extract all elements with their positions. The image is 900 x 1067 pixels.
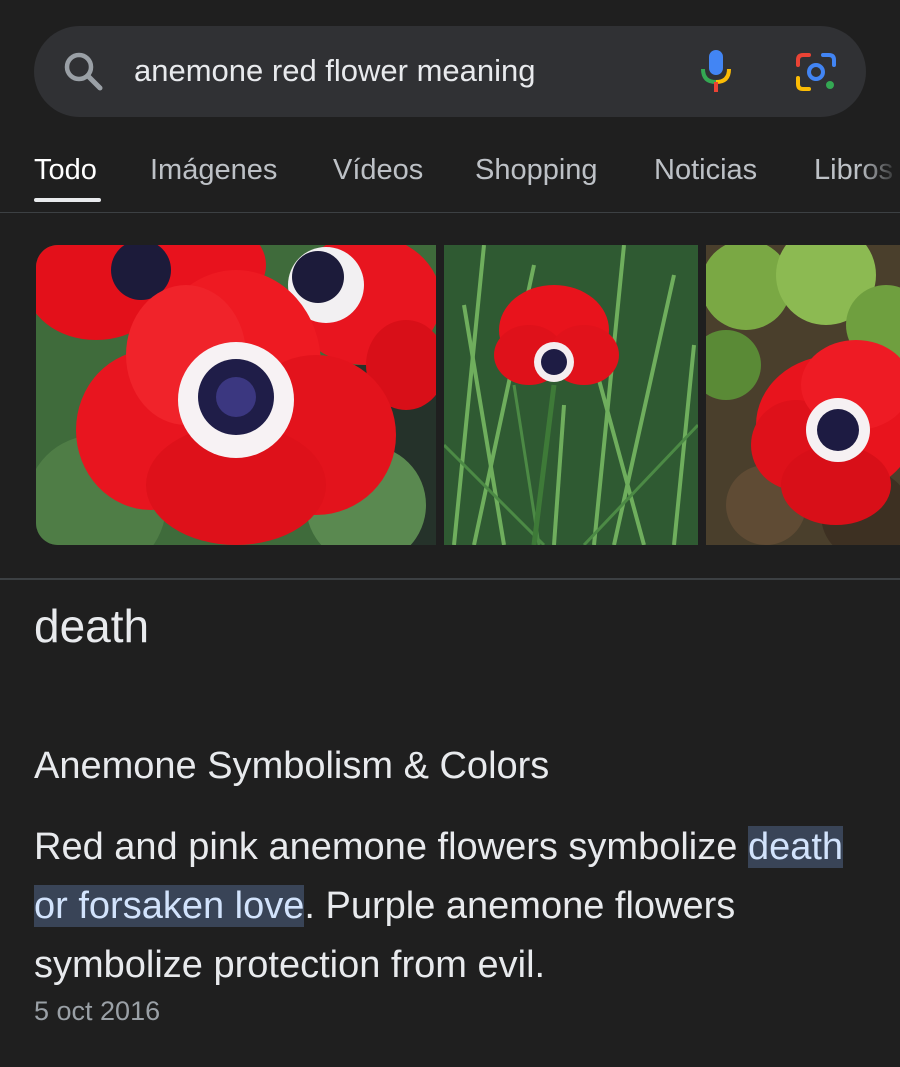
image-thumbnail-1[interactable]	[36, 245, 436, 545]
mic-icon[interactable]	[698, 48, 734, 94]
image-thumbnail-2[interactable]	[444, 245, 698, 545]
tab-bar: Todo Imágenes Vídeos Shopping Noticias L…	[0, 150, 900, 213]
image-thumbnail-3[interactable]	[706, 245, 900, 545]
section-divider	[0, 578, 900, 580]
search-icon[interactable]	[60, 48, 106, 94]
search-input[interactable]: anemone red flower meaning	[134, 52, 536, 90]
active-tab-indicator	[34, 198, 101, 202]
tab-shopping[interactable]: Shopping	[475, 150, 598, 190]
snippet-text-before: Red and pink anemone flowers symbolize	[34, 826, 748, 868]
tab-videos[interactable]: Vídeos	[333, 150, 423, 190]
result-heading[interactable]: Anemone Symbolism & Colors	[34, 742, 549, 790]
tab-todo[interactable]: Todo	[34, 150, 97, 190]
tab-noticias[interactable]: Noticias	[654, 150, 757, 190]
image-carousel[interactable]	[36, 245, 900, 545]
result-date: 5 oct 2016	[34, 996, 161, 1026]
tab-fade	[860, 150, 900, 200]
result-snippet: Red and pink anemone flowers symbolize d…	[34, 818, 854, 995]
lens-icon[interactable]	[794, 51, 838, 93]
featured-answer: death	[34, 600, 150, 652]
tab-imagenes[interactable]: Imágenes	[150, 150, 277, 190]
